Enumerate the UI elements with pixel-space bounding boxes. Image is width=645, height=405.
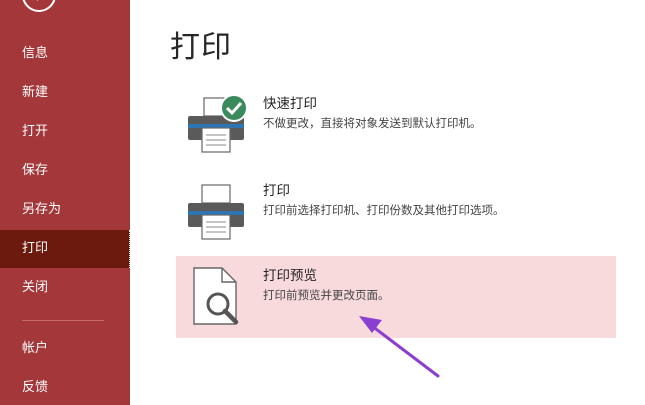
print-option[interactable]: 打印 打印前选择打印机、打印份数及其他打印选项。: [176, 171, 616, 253]
sidebar-item-save-as[interactable]: 另存为: [0, 191, 130, 229]
sidebar-item-feedback[interactable]: 反馈: [0, 369, 130, 405]
quick-print-title: 快速打印: [263, 96, 317, 112]
sidebar-item-open[interactable]: 打开: [0, 113, 130, 151]
sidebar-divider: [22, 320, 104, 321]
backstage-sidebar: 信息 新建 打开 保存 另存为 打印 关闭 帐户 反馈: [0, 0, 130, 405]
sidebar-item-save[interactable]: 保存: [0, 152, 130, 190]
print-description: 打印前选择打印机、打印份数及其他打印选项。: [263, 203, 505, 217]
back-button[interactable]: [22, 0, 56, 12]
sidebar-item-account[interactable]: 帐户: [0, 330, 130, 368]
printer-icon: [188, 184, 244, 240]
page-title: 打印: [170, 30, 232, 65]
print-preview-icon: [193, 267, 239, 325]
quick-print-icon: [188, 94, 248, 153]
sidebar-item-new[interactable]: 新建: [0, 74, 130, 112]
print-preview-title: 打印预览: [263, 268, 317, 284]
backstage-view: 信息 新建 打开 保存 另存为 打印 关闭 帐户 反馈 打印 快速打印 不做更改…: [0, 0, 645, 405]
print-title: 打印: [263, 183, 290, 199]
print-preview-option[interactable]: 打印预览 打印前预览并更改页面。: [176, 256, 616, 338]
sidebar-item-print[interactable]: 打印: [0, 230, 130, 268]
print-panel: 打印 快速打印 不做更改，直接将对象发送到默认打印机。 打印 打印前选择打印机、…: [130, 0, 645, 405]
quick-print-option[interactable]: 快速打印 不做更改，直接将对象发送到默认打印机。: [176, 84, 616, 166]
sidebar-item-close[interactable]: 关闭: [0, 269, 130, 307]
quick-print-description: 不做更改，直接将对象发送到默认打印机。: [263, 116, 482, 130]
sidebar-item-info[interactable]: 信息: [0, 35, 130, 73]
back-arrow-icon: [36, 0, 38, 1]
print-preview-description: 打印前预览并更改页面。: [263, 288, 390, 302]
